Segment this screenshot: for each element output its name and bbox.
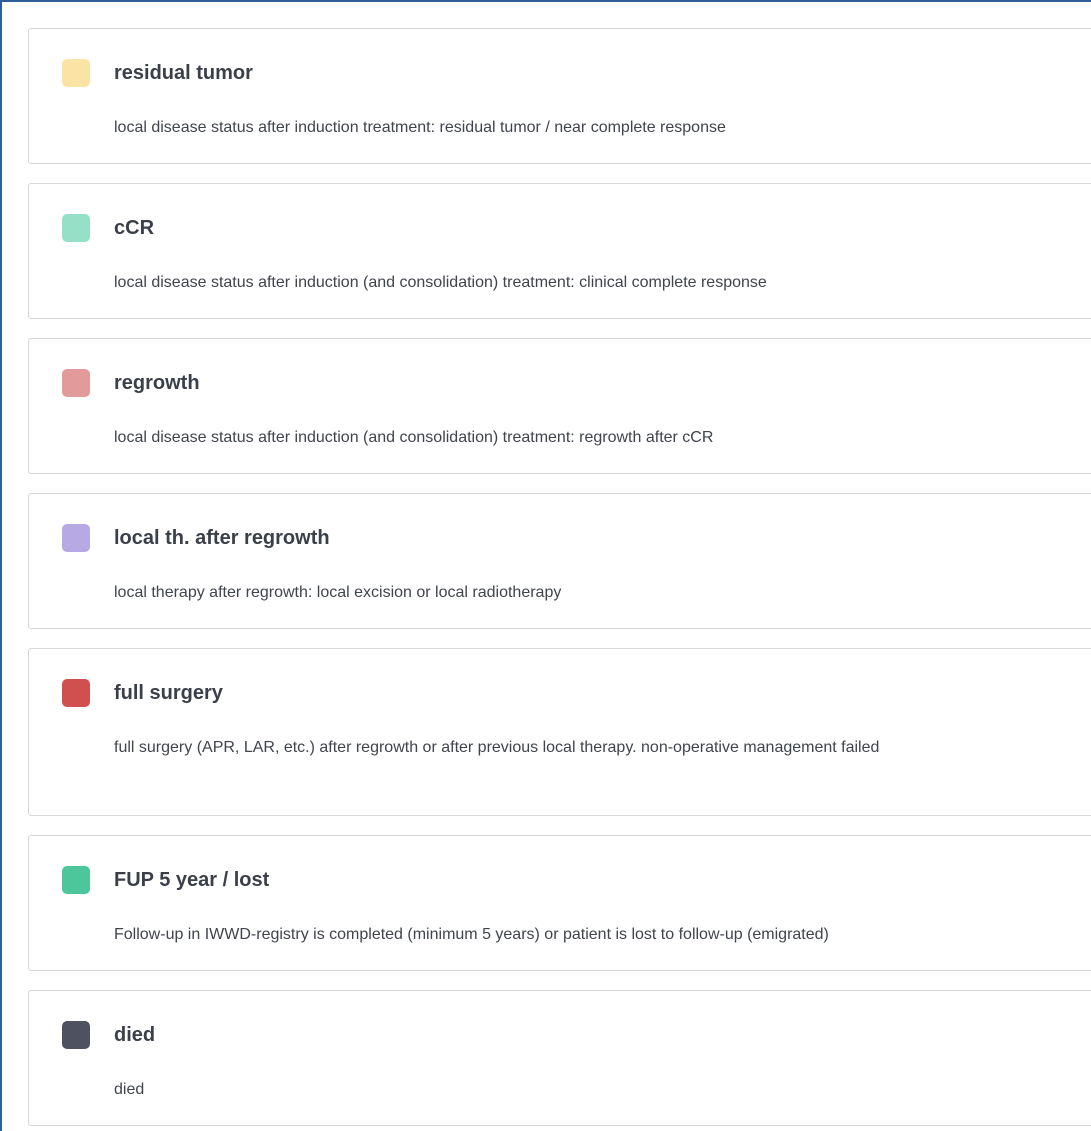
color-swatch <box>62 214 90 242</box>
color-swatch <box>62 679 90 707</box>
color-swatch <box>62 1021 90 1049</box>
legend-description: local disease status after induction (an… <box>114 274 767 291</box>
color-swatch <box>62 59 90 87</box>
legend-card-regrowth: regrowth local disease status after indu… <box>28 338 1091 474</box>
legend-card-residual-tumor: residual tumor local disease status afte… <box>28 28 1091 164</box>
legend-card-fup-lost: FUP 5 year / lost Follow-up in IWWD-regi… <box>28 835 1091 971</box>
legend-description: full surgery (APR, LAR, etc.) after regr… <box>114 739 880 756</box>
legend-title: local th. after regrowth <box>114 527 330 549</box>
color-swatch <box>62 866 90 894</box>
legend-title: cCR <box>114 217 155 239</box>
legend-panel: residual tumor local disease status afte… <box>0 0 1091 1131</box>
legend-title: FUP 5 year / lost <box>114 869 270 891</box>
legend-card-local-therapy: local th. after regrowth local therapy a… <box>28 493 1091 629</box>
legend-card-died: died died <box>28 990 1091 1126</box>
legend-list: residual tumor local disease status afte… <box>28 28 1091 1131</box>
legend-title: residual tumor <box>114 62 253 84</box>
color-swatch <box>62 524 90 552</box>
legend-description: local therapy after regrowth: local exci… <box>114 584 562 601</box>
legend-title: regrowth <box>114 372 200 394</box>
legend-description: local disease status after induction (an… <box>114 429 714 446</box>
legend-description: died <box>114 1081 145 1098</box>
legend-card-full-surgery: full surgery full surgery (APR, LAR, etc… <box>28 648 1091 816</box>
legend-description: local disease status after induction tre… <box>114 119 726 136</box>
legend-description: Follow-up in IWWD-registry is completed … <box>114 926 829 943</box>
legend-title: full surgery <box>114 682 223 704</box>
legend-card-ccr: cCR local disease status after induction… <box>28 183 1091 319</box>
legend-title: died <box>114 1024 156 1046</box>
color-swatch <box>62 369 90 397</box>
